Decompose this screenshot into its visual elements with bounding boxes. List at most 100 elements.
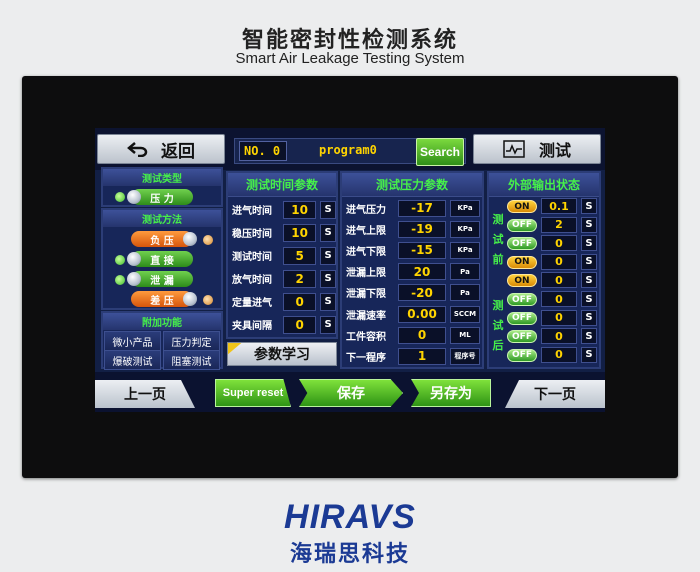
time-row-value[interactable]: 10: [282, 200, 317, 219]
test-type-knob[interactable]: [127, 190, 141, 204]
output-toggle[interactable]: OFF: [507, 218, 537, 232]
pressure-row-label: 进气上限: [346, 225, 386, 237]
back-arrow-icon: [127, 142, 148, 157]
status-dot: [203, 235, 213, 245]
time-row-label: 稳压时间: [232, 229, 272, 240]
pressure-row-value[interactable]: -17: [398, 199, 446, 217]
time-row-value[interactable]: 10: [282, 223, 317, 242]
pressure-row-unit: Pa: [450, 284, 480, 302]
program-name[interactable]: program0: [319, 143, 377, 157]
time-params-panel: 测试时间参数 进气时间 10 S 稳压时间 10 S 测试时间 5 S 放气时间…: [226, 171, 338, 339]
output-value[interactable]: 0: [541, 272, 577, 289]
block-test-button[interactable]: 阻塞测试: [163, 350, 220, 370]
output-value[interactable]: 0: [541, 253, 577, 270]
output-row: OFF 0 S: [507, 346, 599, 365]
output-row: ON 0 S: [507, 253, 599, 272]
before-char: 试: [492, 233, 504, 246]
output-state-title: 外部输出状态: [489, 173, 599, 197]
time-row-value[interactable]: 2: [282, 269, 317, 288]
output-unit: S: [581, 291, 597, 307]
output-value[interactable]: 2: [541, 216, 577, 233]
pressure-row-label: 进气压力: [346, 204, 386, 216]
output-toggle[interactable]: ON: [507, 255, 537, 269]
time-row-value[interactable]: 0: [282, 315, 317, 334]
pressure-row-value[interactable]: -20: [398, 284, 446, 302]
output-value[interactable]: 0: [541, 235, 577, 252]
method-knob[interactable]: [183, 292, 197, 306]
pressure-row: 进气压力 -17 KPa: [342, 198, 482, 218]
method-label: 差 压: [150, 295, 174, 307]
time-row-unit: S: [320, 223, 336, 242]
brand-name: HIRAVS: [284, 498, 416, 536]
pressure-row-unit: KPa: [450, 199, 480, 217]
status-dot: [203, 295, 213, 305]
after-char: 后: [492, 339, 504, 352]
method-knob[interactable]: [127, 272, 141, 286]
pressure-row-value[interactable]: 20: [398, 263, 446, 281]
burst-test-button[interactable]: 爆破测试: [104, 350, 161, 370]
output-toggle[interactable]: OFF: [507, 311, 537, 325]
learn-corner-tag: [228, 343, 243, 358]
output-toggle[interactable]: OFF: [507, 293, 537, 306]
output-value[interactable]: 0: [541, 309, 577, 326]
after-char: 测: [492, 299, 504, 312]
after-test-label: 测 试 后: [491, 296, 505, 356]
time-row-label: 测试时间: [232, 252, 272, 263]
output-unit: S: [581, 235, 597, 252]
pressure-row-value[interactable]: 0: [398, 326, 446, 344]
output-value[interactable]: 0: [541, 346, 577, 363]
chart-icon: [503, 140, 525, 158]
output-toggle[interactable]: OFF: [507, 330, 537, 344]
output-row: ON 0 S: [507, 272, 599, 290]
time-row: 夹具间隔 0 S: [228, 313, 336, 336]
search-button[interactable]: Search: [416, 138, 464, 166]
time-row-label: 进气时间: [232, 206, 272, 217]
pressure-judge-button[interactable]: 压力判定: [163, 331, 220, 351]
method-label: 直 接: [150, 255, 174, 267]
next-page-button[interactable]: 下一页: [505, 380, 605, 408]
pressure-row-value[interactable]: -19: [398, 220, 446, 238]
micro-product-button[interactable]: 微小产品: [104, 331, 161, 351]
back-button[interactable]: 返回: [97, 134, 225, 164]
time-row-value[interactable]: 0: [282, 292, 317, 311]
pressure-row: 泄漏下限 -20 Pa: [342, 283, 482, 303]
output-toggle[interactable]: ON: [507, 274, 537, 288]
before-test-label: 测 试 前: [491, 210, 505, 270]
output-value[interactable]: 0: [541, 328, 577, 345]
test-button[interactable]: 测试: [473, 134, 601, 164]
save-as-button[interactable]: 另存为: [411, 379, 491, 407]
test-type-value: 压 力: [150, 193, 174, 205]
output-row: OFF 0 S: [507, 328, 599, 346]
pressure-row-value[interactable]: 1: [398, 347, 446, 365]
output-unit: S: [581, 346, 597, 363]
method-label: 负 压: [150, 235, 174, 247]
program-number[interactable]: NO. 0: [239, 141, 287, 161]
time-params-title: 测试时间参数: [228, 173, 336, 197]
time-row: 定量进气 0 S: [228, 290, 336, 313]
output-toggle[interactable]: ON: [507, 200, 537, 213]
param-learn-button[interactable]: 参数学习: [227, 342, 337, 366]
method-knob[interactable]: [183, 232, 197, 246]
pressure-row: 泄漏速率 0.00 SCCM: [342, 304, 482, 324]
method-knob[interactable]: [127, 252, 141, 266]
output-row: ON 0.1 S: [507, 198, 599, 216]
pressure-row-value[interactable]: 0.00: [398, 305, 446, 323]
time-row-label: 定量进气: [232, 298, 272, 309]
pressure-row: 进气下限 -15 KPa: [342, 240, 482, 260]
pressure-params-title: 测试压力参数: [342, 173, 482, 197]
output-toggle[interactable]: OFF: [507, 348, 537, 362]
time-row-value[interactable]: 5: [282, 246, 317, 265]
output-value[interactable]: 0.1: [541, 198, 577, 214]
save-button[interactable]: 保存: [299, 379, 403, 407]
output-value[interactable]: 0: [541, 291, 577, 307]
output-toggle[interactable]: OFF: [507, 237, 537, 251]
prev-page-button[interactable]: 上一页: [95, 380, 195, 408]
super-reset-button[interactable]: Super reset: [215, 379, 291, 407]
time-row-label: 放气时间: [232, 275, 272, 286]
time-row-unit: S: [320, 200, 336, 219]
pressure-row-value[interactable]: -15: [398, 241, 446, 259]
output-row: OFF 0 S: [507, 291, 599, 309]
device-subtitle: Smart Air Leakage Testing System: [235, 50, 465, 67]
back-label: 返回: [161, 141, 195, 162]
before-char: 前: [492, 253, 504, 266]
